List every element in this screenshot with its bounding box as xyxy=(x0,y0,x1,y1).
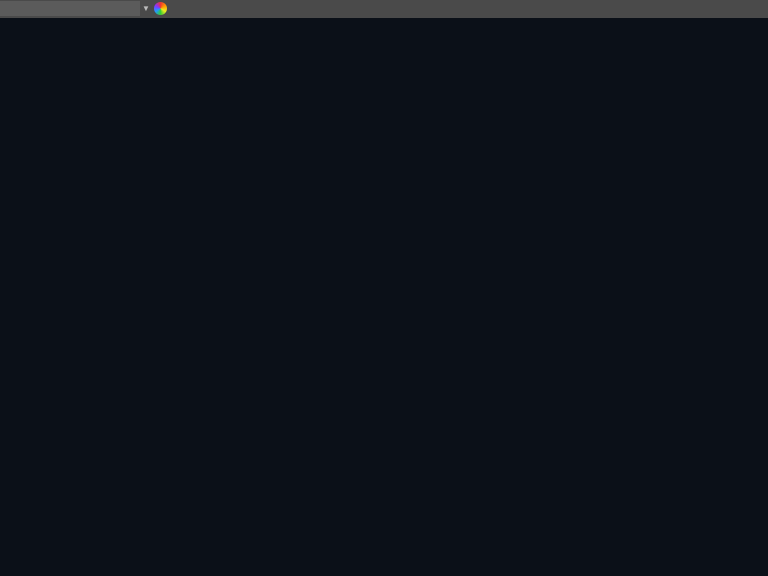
color-wheel-icon[interactable] xyxy=(154,2,167,15)
title-bar: ▼ xyxy=(0,0,768,18)
font-dropdown[interactable] xyxy=(0,1,140,16)
chevron-down-icon[interactable]: ▼ xyxy=(142,0,150,18)
